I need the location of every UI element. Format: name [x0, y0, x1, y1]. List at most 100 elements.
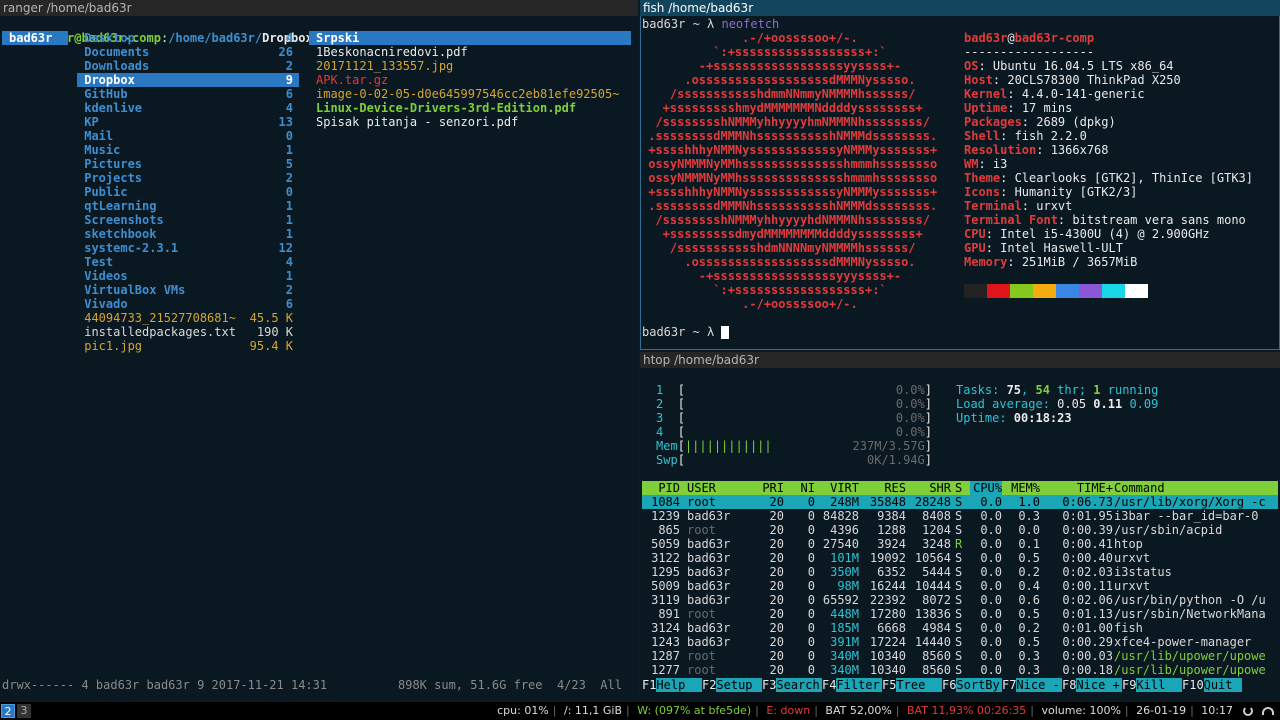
htop-process-row[interactable]: 5009 bad63r 20 0 98M 16244 10444 S 0.0 0.4 0:00.11…: [642, 579, 1278, 593]
htop-cell: S: [955, 635, 963, 649]
htop-process-row[interactable]: 3124 bad63r 20 0 185M 6668 4984 S 0.0 0.2 0:01.00 f…: [642, 621, 1278, 635]
ranger-dir-name: installedpackages.txt: [77, 325, 236, 339]
ranger-dir-item[interactable]: qtLearning 1: [77, 199, 299, 213]
htop-cell: R: [955, 537, 963, 551]
info-sep: :: [1000, 129, 1015, 143]
ranger-dir-item[interactable]: VirtualBox VMs 2: [77, 283, 299, 297]
ranger-dir-item[interactable]: Mail 0: [77, 129, 299, 143]
htop-fkey-filter-button[interactable]: Filter: [836, 678, 882, 692]
htop-header-ni[interactable]: NI: [787, 481, 815, 495]
ranger-dir-item[interactable]: GitHub 6: [77, 87, 299, 101]
ranger-dir-item[interactable]: kdenlive 4: [77, 101, 299, 115]
htop-fkey-search-button[interactable]: Search: [776, 678, 822, 692]
htop-header-time[interactable]: TIME+: [1047, 481, 1113, 495]
htop-fkey-sortby-button[interactable]: SortBy: [956, 678, 1002, 692]
htop-fkey-help-button[interactable]: Help: [656, 678, 702, 692]
ranger-file-item[interactable]: 1Beskonacniredovi.pdf: [309, 45, 631, 59]
fish-prompt-line-2[interactable]: bad63r ~ λ: [642, 325, 730, 339]
htop-header-user[interactable]: USER: [687, 481, 747, 495]
wifi-status: W: (097% at bfe5de): [637, 704, 752, 717]
ranger-dir-item[interactable]: Desktop 4: [77, 31, 299, 45]
htop-cell: 0.5: [1018, 607, 1040, 621]
htop-cell: 65592: [822, 593, 859, 607]
power-icon[interactable]: [1242, 706, 1253, 716]
htop-fkey-nice-button[interactable]: Nice -: [1016, 678, 1062, 692]
htop-header-s[interactable]: S: [955, 481, 965, 495]
neofetch-userhost: bad63r@bad63r-comp: [964, 31, 1094, 45]
htop-header-virt[interactable]: VIRT: [819, 481, 859, 495]
htop-fkey-quit-button[interactable]: Quit: [1203, 678, 1242, 692]
htop-pane[interactable]: 1 [0.0%] 2 [0.0%] 3 [0.0%] 4 [0.0%] Mem[|||…: [640, 368, 1280, 700]
info-key: Shell: [964, 129, 1001, 143]
htop-header-command[interactable]: Command: [1114, 481, 1278, 495]
ranger-dir-item[interactable]: pic1.jpg 95.4 K: [77, 339, 299, 353]
ranger-dir-item[interactable]: Videos 1: [77, 269, 299, 283]
htop-fkey-tree-button[interactable]: Tree: [896, 678, 942, 692]
fish-pane[interactable]: bad63r ~ λ neofetch .-/+oossssoo+/-. `:+…: [640, 16, 1280, 350]
logo-line: `:+ssssssssssssssssss+:`: [641, 283, 887, 297]
ranger-dir-item[interactable]: systemc-2.3.1 12: [77, 241, 299, 255]
ranger-parent-selected[interactable]: bad63r: [2, 31, 68, 45]
htop-process-row[interactable]: 3122 bad63r 20 0 101M 19092 10564 S 0.0 0.5 0:00.4…: [642, 551, 1278, 565]
workspace-2-button[interactable]: 2: [1, 704, 15, 718]
htop-process-row[interactable]: 1277 root 20 0 340M 10340 8560 S 0.0 0.3 0:00.18/u…: [642, 663, 1278, 677]
htop-process-row[interactable]: 1295 bad63r 20 0 350M 6352 5444 S 0.0 0.2 0:02.03 i…: [642, 565, 1278, 579]
ranger-dir-name: VirtualBox VMs: [77, 283, 186, 297]
htop-process-row[interactable]: 1084 root 20 0 248M 35848 28248 S 0.0 1.0 0:06.73/…: [642, 495, 1278, 509]
htop-fkey-f4: F4: [822, 678, 837, 692]
htop-process-row[interactable]: 5059 bad63r 20 0 27540 3924 3248 R 0.0 0.1 0:00.41…: [642, 537, 1278, 551]
htop-cell: 10340: [869, 649, 906, 663]
info-key: Kernel: [964, 87, 1008, 101]
ranger-dir-item[interactable]: Test 4: [77, 255, 299, 269]
ranger-dir-item[interactable]: Projects 2: [77, 171, 299, 185]
ranger-dir-item[interactable]: Public 0: [77, 185, 299, 199]
ranger-dir-item[interactable]: 44094733_21527708681~ 45.5 K: [77, 311, 299, 325]
ranger-dir-item[interactable]: Dropbox 9: [77, 73, 299, 87]
ranger-dir-item[interactable]: sketchbook 1: [77, 227, 299, 241]
ranger-dir-item[interactable]: Screenshots 1: [77, 213, 299, 227]
htop-cell: 0:00.18: [1062, 663, 1113, 677]
htop-function-keys[interactable]: F1 Help F2 Setup F3 Search F4 Filter F5 Tree F6 Sor…: [642, 678, 1278, 692]
htop-process-row[interactable]: 3119 bad63r 20 0 65592 22392 8072 S 0.0 0.6 0:02.0…: [642, 593, 1278, 607]
ranger-file-item[interactable]: APK.tar.gz: [309, 73, 631, 87]
ranger-status-right: 898K sum, 51.6G free 4/23 All: [398, 678, 622, 692]
logo-line: /sssssssshNMMMyhhyyyyhmNMMMNhssssssss/: [641, 115, 930, 129]
ranger-file-item[interactable]: Linux-Device-Drivers-3rd-Edition.pdf: [309, 101, 631, 115]
htop-process-row[interactable]: 865 root 20 0 4396 1288 1204 S 0.0 0.0 0:00.39/usr…: [642, 523, 1278, 537]
ranger-file-item[interactable]: 20171121_133557.jpg: [309, 59, 631, 73]
ranger-file-item[interactable]: Spisak pitanja - senzori.pdf: [309, 115, 631, 129]
ranger-dir-item[interactable]: Downloads 2: [77, 59, 299, 73]
htop-column-header[interactable]: PID USER PRI NI VIRT RES SHR S CPU% MEM% TIME+ Comm…: [642, 481, 1278, 495]
info-sep: :: [985, 241, 1001, 255]
ranger-file-item[interactable]: image-0-02-05-d0e645997546cc2eb81efe9250…: [309, 87, 631, 101]
neofetch-info-row: Terminal Font: bitstream vera sans mono: [964, 213, 1246, 227]
htop-fkey-nice-button[interactable]: Nice +: [1076, 678, 1122, 692]
htop-fkey-kill-button[interactable]: Kill: [1136, 678, 1182, 692]
ranger-dir-item[interactable]: Pictures 5: [77, 157, 299, 171]
logo-line: `:+ssssssssssssssssss+:`: [641, 45, 887, 59]
htop-process-row[interactable]: 891 root 20 0 448M 17280 13836 S 0.0 0.5 0:01.13/u…: [642, 607, 1278, 621]
ranger-dir-item[interactable]: Vivado 6: [77, 297, 299, 311]
workspace-3-button[interactable]: 3: [17, 704, 31, 718]
ranger-dir-item[interactable]: installedpackages.txt 190 K: [77, 325, 299, 339]
htop-cell: urxvt: [1114, 579, 1151, 593]
htop-header-cpu[interactable]: CPU%: [970, 481, 1002, 495]
htop-cell: /usr/lib/upower/upowe: [1114, 649, 1266, 663]
htop-process-row[interactable]: 1243 bad63r 20 0 391M 17224 14440 S 0.0 0.5 0:00.2…: [642, 635, 1278, 649]
htop-process-row[interactable]: 1287 root 20 0 340M 10340 8560 S 0.0 0.3 0:00.03/u…: [642, 649, 1278, 663]
info-key: Uptime: [964, 101, 1008, 115]
ranger-dir-item[interactable]: Documents 26: [77, 45, 299, 59]
htop-header-mem[interactable]: MEM%: [1008, 481, 1040, 495]
ranger-dir-item[interactable]: Music 1: [77, 143, 299, 157]
htop-process-row[interactable]: 1239 bad63r 20 0 84828 9384 8408 S 0.0 0.3 0:01.95…: [642, 509, 1278, 523]
ranger-file-item[interactable]: Srpski: [309, 31, 631, 45]
htop-fkey-setup-button[interactable]: Setup: [716, 678, 762, 692]
htop-header-pid[interactable]: PID: [646, 481, 680, 495]
ranger-pane[interactable]: bad63r@bad63r-comp:/home/bad63r/Dropbox …: [0, 16, 638, 700]
htop-header-shr[interactable]: SHR: [907, 481, 951, 495]
ranger-dir-item[interactable]: KP 13: [77, 115, 299, 129]
htop-header-pri[interactable]: PRI: [750, 481, 784, 495]
wifi-icon[interactable]: [1262, 707, 1274, 715]
htop-header-res[interactable]: RES: [860, 481, 906, 495]
htop-cell: S: [955, 523, 963, 537]
